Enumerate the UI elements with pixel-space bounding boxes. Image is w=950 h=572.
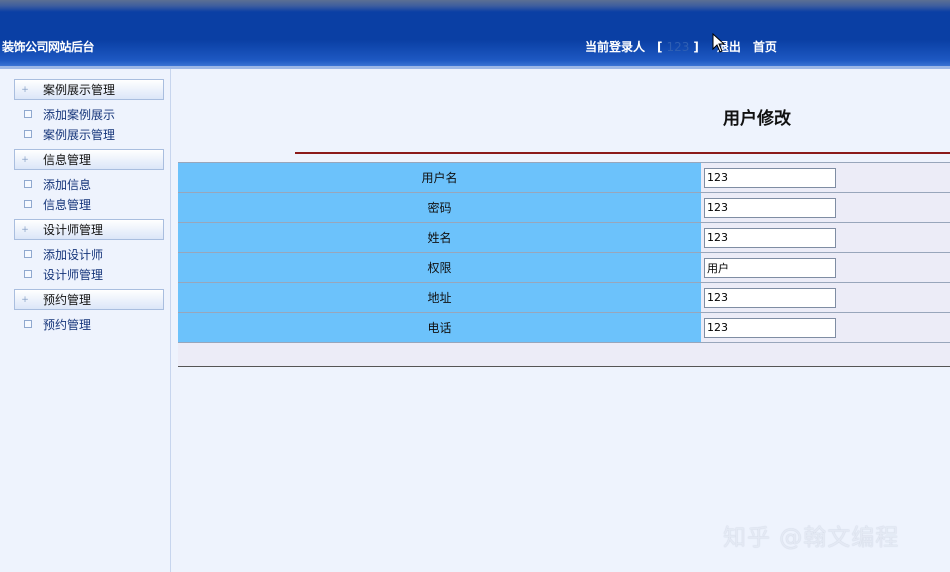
bracket-open: [ — [657, 39, 663, 54]
sidebar-group-appointment[interactable]: + 预约管理 — [14, 289, 164, 310]
sidebar-item-add-case[interactable]: 添加案例展示 — [24, 106, 115, 122]
bracket-close: ] — [693, 39, 699, 54]
field-value-cell — [701, 253, 950, 282]
sidebar-menu: + 案例展示管理 添加案例展示 案例展示管理 + 信息管理 添加信息 信息管理 … — [2, 69, 170, 572]
sidebar-item-manage-info[interactable]: 信息管理 — [24, 196, 91, 212]
field-value-cell — [701, 283, 950, 312]
form-footer — [178, 343, 950, 367]
sidebar-item-add-info[interactable]: 添加信息 — [24, 176, 91, 192]
plus-icon: + — [21, 294, 29, 305]
form-row-username: 用户名 — [178, 163, 950, 193]
square-bullet-icon — [24, 250, 32, 258]
sidebar-item-label: 添加案例展示 — [43, 107, 116, 122]
sidebar-group-label: 设计师管理 — [43, 223, 104, 237]
field-label: 密码 — [178, 193, 701, 222]
sidebar-item-label: 预约管理 — [43, 317, 92, 332]
sidebar-group-label: 案例展示管理 — [43, 83, 116, 97]
square-bullet-icon — [24, 320, 32, 328]
top-header: 装饰公司网站后台 当前登录人 [ 123 ] 退出 首页 — [0, 0, 950, 66]
sidebar-group-label: 信息管理 — [43, 153, 92, 167]
square-bullet-icon — [24, 110, 32, 118]
field-value-cell — [701, 223, 950, 252]
username-input[interactable] — [704, 167, 836, 188]
name-input[interactable] — [704, 227, 836, 248]
field-value-cell — [701, 163, 950, 192]
current-user-name: 123 — [666, 39, 690, 54]
sidebar: + 案例展示管理 添加案例展示 案例展示管理 + 信息管理 添加信息 信息管理 … — [0, 69, 171, 572]
plus-icon: + — [21, 154, 29, 165]
mouse-cursor-icon — [712, 33, 726, 53]
form-row-permission: 权限 — [178, 253, 950, 283]
page-title: 用户修改 — [723, 109, 791, 129]
form-row-password: 密码 — [178, 193, 950, 223]
header-user-bar: 当前登录人 [ 123 ] 退出 首页 — [585, 38, 777, 55]
permission-input[interactable] — [704, 257, 836, 278]
sidebar-item-label: 设计师管理 — [43, 267, 104, 282]
square-bullet-icon — [24, 200, 32, 208]
phone-input[interactable] — [704, 317, 836, 338]
sidebar-group-label: 预约管理 — [43, 293, 92, 307]
sidebar-item-label: 信息管理 — [43, 197, 92, 212]
address-input[interactable] — [704, 287, 836, 308]
square-bullet-icon — [24, 130, 32, 138]
plus-icon: + — [21, 224, 29, 235]
title-divider — [295, 152, 950, 154]
sidebar-item-manage-appointment[interactable]: 预约管理 — [24, 316, 91, 332]
sidebar-item-label: 案例展示管理 — [43, 127, 116, 142]
sidebar-group-designer[interactable]: + 设计师管理 — [14, 219, 164, 240]
watermark: 知乎 @翰文编程 — [723, 525, 900, 551]
sidebar-group-case-showcase[interactable]: + 案例展示管理 — [14, 79, 164, 100]
field-label: 用户名 — [178, 163, 701, 192]
field-label: 地址 — [178, 283, 701, 312]
field-value-cell — [701, 313, 950, 342]
sidebar-item-manage-designer[interactable]: 设计师管理 — [24, 266, 103, 282]
sidebar-item-manage-case[interactable]: 案例展示管理 — [24, 126, 115, 142]
home-link[interactable]: 首页 — [753, 38, 777, 55]
sidebar-item-label: 添加信息 — [43, 177, 92, 192]
sidebar-item-add-designer[interactable]: 添加设计师 — [24, 246, 103, 262]
form-row-name: 姓名 — [178, 223, 950, 253]
square-bullet-icon — [24, 180, 32, 188]
square-bullet-icon — [24, 270, 32, 278]
user-edit-form: 用户名 密码 姓名 权限 地址 电话 — [178, 162, 950, 367]
field-label: 姓名 — [178, 223, 701, 252]
form-row-address: 地址 — [178, 283, 950, 313]
plus-icon: + — [21, 84, 29, 95]
current-user-label: 当前登录人 — [585, 40, 646, 54]
sidebar-item-label: 添加设计师 — [43, 247, 104, 262]
sidebar-group-info[interactable]: + 信息管理 — [14, 149, 164, 170]
field-label: 权限 — [178, 253, 701, 282]
field-value-cell — [701, 193, 950, 222]
site-title: 装饰公司网站后台 — [2, 40, 95, 54]
field-label: 电话 — [178, 313, 701, 342]
password-input[interactable] — [704, 197, 836, 218]
form-row-phone: 电话 — [178, 313, 950, 343]
